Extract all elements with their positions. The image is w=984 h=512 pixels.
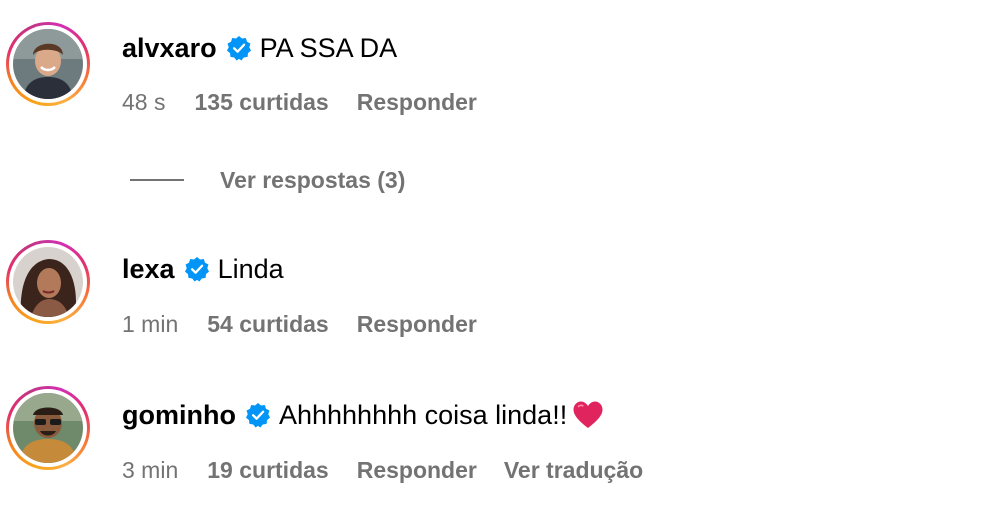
view-replies-label: Ver respostas (3) <box>220 166 406 193</box>
avatar-story-ring[interactable] <box>6 240 90 324</box>
red-heart-icon <box>573 401 603 428</box>
view-replies-button[interactable]: Ver respostas (3) <box>130 164 405 196</box>
comment-timestamp: 1 min <box>122 310 179 337</box>
see-translation-button[interactable]: Ver tradução <box>504 457 643 484</box>
comment-timestamp: 3 min <box>122 456 179 483</box>
reply-button[interactable]: Responder <box>357 457 477 484</box>
view-replies-divider <box>130 179 184 181</box>
comment-text: PA SSA DA <box>259 32 398 63</box>
comment-username[interactable]: gominho <box>122 400 236 431</box>
comment-username[interactable]: alvxaro <box>122 33 217 64</box>
reply-button[interactable]: Responder <box>357 89 477 116</box>
avatar[interactable] <box>13 29 83 99</box>
likes-count-link[interactable]: 135 curtidas <box>194 89 328 116</box>
avatar[interactable] <box>13 247 83 317</box>
avatar-story-ring[interactable] <box>6 22 90 106</box>
avatar-ring-gap <box>9 389 87 467</box>
likes-count-link[interactable]: 19 curtidas <box>207 457 328 484</box>
reply-button[interactable]: Responder <box>357 311 477 338</box>
verified-badge-icon <box>245 402 271 428</box>
verified-badge-icon <box>184 256 209 282</box>
comment-text: Linda <box>217 253 284 284</box>
comment-meta: 48 s 135 curtidas Responder <box>122 87 504 117</box>
avatar-story-ring[interactable] <box>6 386 90 470</box>
avatar-ring-gap <box>9 25 87 103</box>
comment-header: gominho Ahhhhhhhh coisa linda!! <box>122 397 604 433</box>
comment-text: Ahhhhhhhh coisa linda!! <box>278 399 568 430</box>
verified-badge-icon <box>226 35 251 61</box>
avatar[interactable] <box>13 393 83 463</box>
comment-meta: 3 min 19 curtidas Responder Ver tradução <box>122 455 643 485</box>
comment-meta: 1 min 54 curtidas Responder <box>122 309 504 339</box>
comment-timestamp: 48 s <box>122 88 166 115</box>
comment-header: lexa Linda <box>122 251 284 287</box>
comment-header: alvxaro PA SSA DA <box>122 30 397 66</box>
comment-username[interactable]: lexa <box>122 254 175 285</box>
avatar-ring-gap <box>9 243 87 321</box>
likes-count-link[interactable]: 54 curtidas <box>207 311 328 338</box>
